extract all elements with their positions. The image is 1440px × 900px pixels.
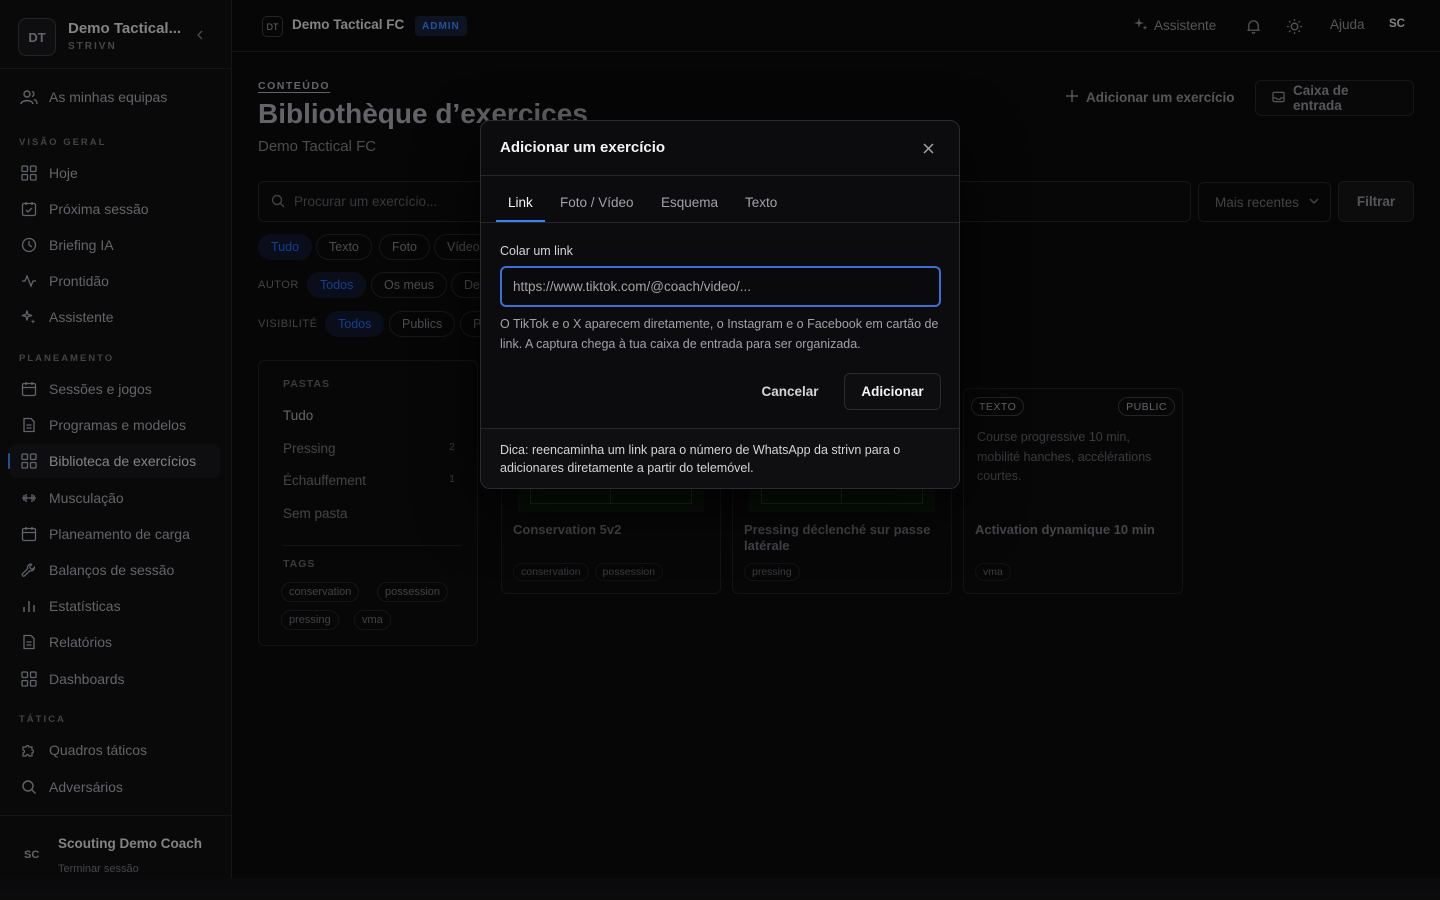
modal-title: Adicionar um exercício xyxy=(500,139,666,156)
modal-divider xyxy=(481,175,959,176)
close-icon[interactable] xyxy=(919,139,937,157)
tab-link[interactable]: Link xyxy=(508,195,533,210)
link-input[interactable] xyxy=(502,268,939,305)
modal-footer: Dica: reencaminha um link para o número … xyxy=(481,429,959,488)
tip-text: Dica: reencaminha um link para o número … xyxy=(500,443,901,475)
link-help-text: O TikTok e o X aparecem diretamente, o I… xyxy=(500,317,939,351)
link-field-label: Colar um link xyxy=(500,244,573,258)
add-exercise-modal: Adicionar um exercício Link Foto / Vídeo… xyxy=(480,120,960,489)
tab-photo-video[interactable]: Foto / Vídeo xyxy=(560,195,634,210)
cancel-button[interactable]: Cancelar xyxy=(750,373,830,409)
tabs-divider xyxy=(481,222,959,223)
tab-diagram[interactable]: Esquema xyxy=(661,195,718,210)
submit-button[interactable]: Adicionar xyxy=(844,373,941,410)
tab-text[interactable]: Texto xyxy=(745,195,777,210)
link-input-wrapper xyxy=(500,266,941,307)
